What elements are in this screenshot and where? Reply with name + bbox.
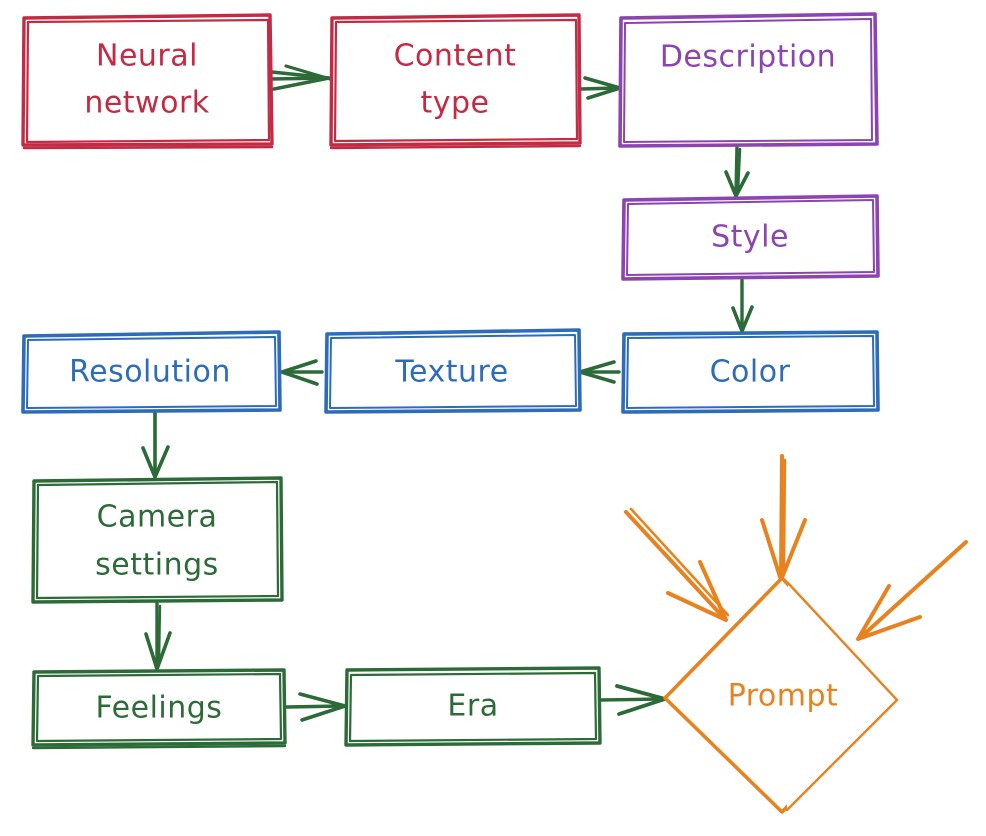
node-label-neural-network-line1: Neural	[96, 39, 198, 74]
edge-style-to-color	[731, 278, 754, 333]
node-description[interactable]: Description	[618, 12, 879, 148]
edge-color-to-texture	[578, 360, 621, 384]
node-label-camera-settings-line2: settings	[95, 548, 219, 583]
node-label-era: Era	[447, 689, 498, 724]
edge-description-to-style	[724, 144, 750, 198]
node-label-camera-settings-line1: Camera	[97, 500, 218, 535]
node-prompt[interactable]: Prompt	[663, 576, 899, 814]
node-resolution[interactable]: Resolution	[21, 330, 282, 414]
edge-prompt-inflow-upper-left	[624, 507, 730, 622]
diagram-canvas: Neural network Content type Description …	[0, 0, 986, 836]
node-content-type[interactable]: Content type	[329, 13, 582, 150]
node-feelings[interactable]: Feelings	[31, 668, 287, 750]
node-color[interactable]: Color	[621, 330, 880, 414]
edge-resolution-to-camera-settings	[141, 411, 170, 479]
node-era[interactable]: Era	[344, 666, 602, 747]
node-label-neural-network-line2: network	[84, 86, 209, 121]
edge-feelings-to-era	[285, 692, 347, 722]
edge-prompt-inflow-top	[760, 454, 807, 582]
node-label-description: Description	[660, 40, 836, 75]
node-label-content-type-line1: Content	[394, 39, 517, 74]
flowchart-svg: Neural network Content type Description …	[21, 12, 968, 814]
edge-camera-settings-to-feelings	[144, 601, 172, 671]
edge-prompt-inflow-upper-right	[856, 540, 968, 641]
node-style[interactable]: Style	[621, 194, 880, 281]
node-label-resolution: Resolution	[69, 355, 231, 390]
node-label-style: Style	[711, 220, 789, 255]
node-label-feelings: Feelings	[96, 691, 223, 726]
edge-neural-network-to-content-type	[269, 64, 332, 91]
edge-content-type-to-description	[579, 76, 622, 100]
node-label-content-type-line2: type	[420, 86, 489, 121]
node-neural-network[interactable]: Neural network	[21, 13, 274, 150]
node-label-prompt: Prompt	[728, 679, 839, 714]
node-texture[interactable]: Texture	[324, 328, 582, 414]
node-label-color: Color	[710, 355, 791, 390]
node-label-texture: Texture	[394, 355, 508, 390]
edge-texture-to-resolution	[280, 359, 324, 386]
node-camera-settings[interactable]: Camera settings	[31, 476, 284, 604]
edge-era-to-prompt	[599, 684, 667, 716]
